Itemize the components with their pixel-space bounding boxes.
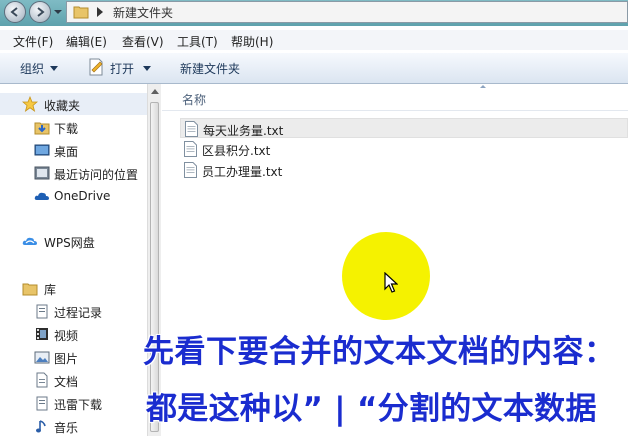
column-header-name[interactable]: 名称 <box>162 84 628 111</box>
video-icon <box>36 328 48 340</box>
recent-places-icon <box>34 166 50 180</box>
library-icon <box>36 304 48 319</box>
sidebar-item-label: 最近访问的位置 <box>54 168 139 182</box>
star-icon <box>22 96 38 112</box>
wps-cloud-icon <box>22 237 37 245</box>
sidebar-item-label: 库 <box>44 283 57 297</box>
sidebar-item-label: 图片 <box>54 352 79 366</box>
organize-dropdown-icon[interactable] <box>50 66 58 71</box>
menu-bar: 文件(F) 编辑(E) 查看(V) 工具(T) 帮助(H) <box>0 30 628 50</box>
sidebar-item-label: OneDrive <box>54 189 111 203</box>
sidebar-item-wps-drive[interactable]: WPS网盘 <box>0 230 147 252</box>
new-folder-button[interactable]: 新建文件夹 <box>180 60 240 77</box>
file-row[interactable]: 区县积分.txt <box>180 139 628 159</box>
folder-icon <box>73 6 89 19</box>
mouse-pointer-icon <box>384 272 398 293</box>
file-name: 每天业务量.txt <box>203 124 284 138</box>
sidebar-item-favorites[interactable]: 收藏夹 <box>0 93 147 115</box>
sidebar-item-videos[interactable]: 视频 <box>0 323 147 345</box>
sidebar-item-process-records[interactable]: 过程记录 <box>0 300 147 322</box>
open-dropdown-icon[interactable] <box>143 66 151 71</box>
sidebar-item-label: WPS网盘 <box>44 236 95 250</box>
sidebar-item-label: 音乐 <box>54 421 79 435</box>
sidebar-item-documents[interactable]: 文档 <box>0 369 147 391</box>
sidebar-item-label: 桌面 <box>54 145 79 159</box>
library-folder-icon <box>22 283 38 296</box>
open-file-icon[interactable] <box>88 58 104 76</box>
caption-line-2: 都是这种以” | “分割的文本数据 <box>146 391 597 427</box>
text-file-icon <box>184 162 197 178</box>
breadcrumb-current-folder[interactable]: 新建文件夹 <box>113 4 173 21</box>
library-icon <box>36 396 48 411</box>
sidebar-item-label: 视频 <box>54 329 79 343</box>
forward-button[interactable] <box>29 1 51 23</box>
back-button[interactable] <box>4 1 26 23</box>
address-bar: 新建文件夹 <box>0 0 628 26</box>
file-name: 员工办理量.txt <box>202 165 283 179</box>
document-icon <box>36 372 48 388</box>
menu-help[interactable]: 帮助(H) <box>231 33 273 50</box>
column-header-label: 名称 <box>182 93 207 107</box>
address-field[interactable]: 新建文件夹 <box>66 1 628 23</box>
sidebar-item-pictures[interactable]: 图片 <box>0 346 147 368</box>
sort-ascending-icon <box>480 85 486 88</box>
sidebar-item-onedrive[interactable]: OneDrive <box>0 185 147 207</box>
sidebar-item-downloads[interactable]: 下载 <box>0 116 147 138</box>
scroll-up-icon[interactable] <box>151 89 159 94</box>
cloud-icon <box>34 192 49 200</box>
back-arrow-icon <box>10 7 18 17</box>
caption-line-1: 先看下要合并的文本文档的内容： <box>143 334 616 370</box>
breadcrumb-arrow-icon[interactable] <box>97 7 103 17</box>
picture-icon <box>34 351 50 364</box>
text-file-icon <box>185 121 198 137</box>
file-row[interactable]: 员工办理量.txt <box>180 160 628 180</box>
sidebar-item-music[interactable]: 音乐 <box>0 415 147 437</box>
file-name: 区县积分.txt <box>202 144 271 158</box>
sidebar-item-label: 文档 <box>54 375 79 389</box>
sidebar-item-recent-places[interactable]: 最近访问的位置 <box>0 162 147 184</box>
sidebar-item-label: 过程记录 <box>54 306 103 320</box>
text-file-icon <box>184 141 197 157</box>
menu-edit[interactable]: 编辑(E) <box>66 33 107 50</box>
desktop-icon <box>34 144 50 156</box>
sidebar-item-libraries[interactable]: 库 <box>0 277 147 299</box>
open-button[interactable]: 打开 <box>110 60 134 77</box>
music-note-icon <box>36 420 46 433</box>
menu-view[interactable]: 查看(V) <box>122 33 164 50</box>
sidebar-item-desktop[interactable]: 桌面 <box>0 139 147 161</box>
navigation-pane: 收藏夹 下载 桌面 最近访问的位置 OneDrive WPS网盘 库 过程记录 … <box>0 84 147 436</box>
command-toolbar: 组织 打开 新建文件夹 <box>0 53 628 84</box>
file-row[interactable]: 每天业务量.txt <box>180 118 628 138</box>
forward-arrow-icon <box>37 7 45 17</box>
downloads-folder-icon <box>34 122 50 135</box>
sidebar-item-label: 收藏夹 <box>44 99 81 113</box>
menu-tools[interactable]: 工具(T) <box>177 33 218 50</box>
sidebar-item-label: 迅雷下载 <box>54 398 103 412</box>
sidebar-item-thunder-downloads[interactable]: 迅雷下载 <box>0 392 147 414</box>
sidebar-item-label: 下载 <box>54 122 79 136</box>
menu-file[interactable]: 文件(F) <box>13 33 53 50</box>
recent-pages-dropdown-icon[interactable] <box>53 6 63 18</box>
organize-button[interactable]: 组织 <box>20 60 44 77</box>
